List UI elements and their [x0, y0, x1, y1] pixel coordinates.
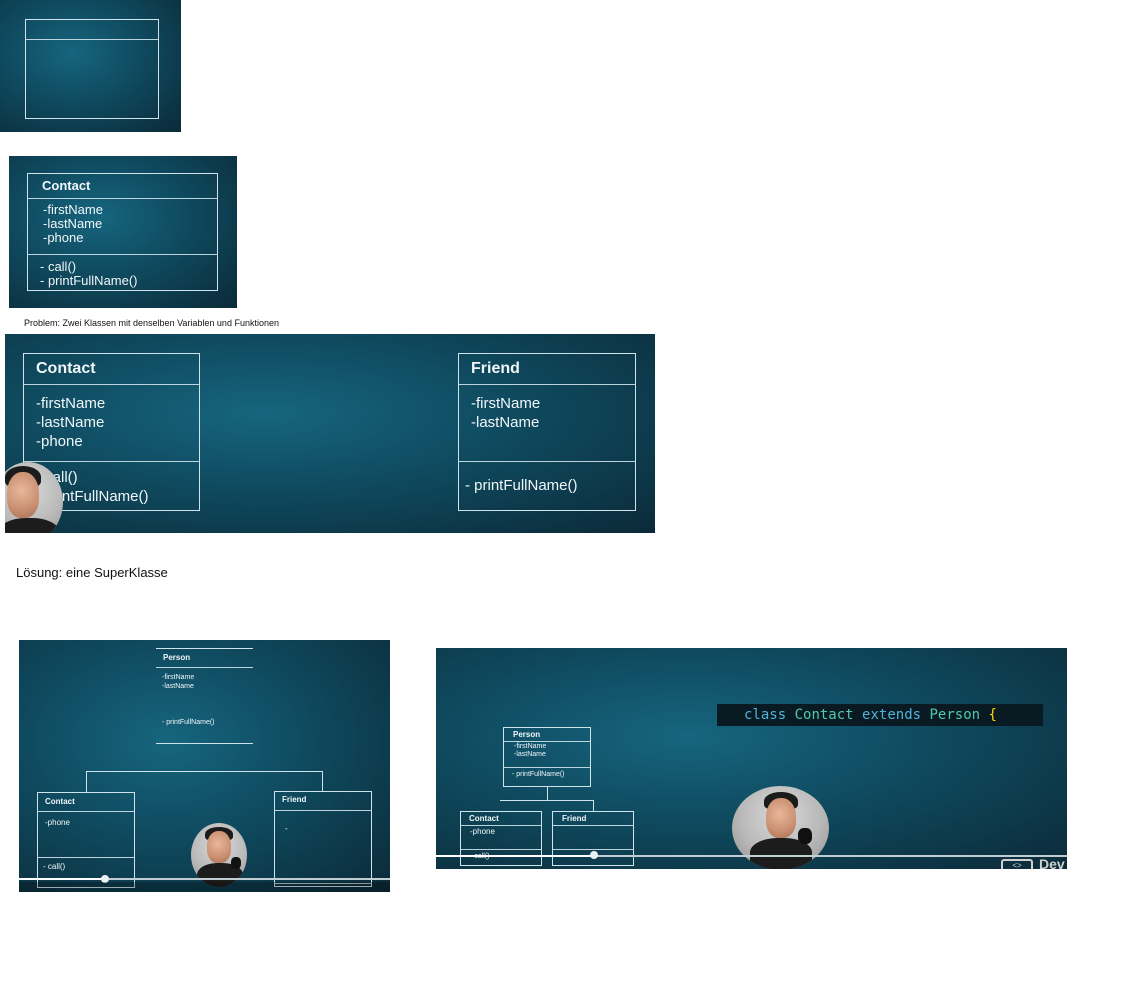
- person2-attr-firstname: -firstName: [514, 743, 547, 750]
- contact-method-printfullname: - printFullName(): [40, 273, 138, 288]
- code-icon: <>: [1001, 859, 1033, 869]
- person2-attr-lastname: -lastName: [514, 751, 546, 758]
- video-progress-fill: [19, 878, 105, 880]
- contact-subclass-name: Contact: [45, 797, 75, 806]
- contact2-attr-lastname: -lastName: [36, 414, 105, 431]
- person-attr-lastname: -lastName: [162, 683, 194, 690]
- video-progress-knob-2[interactable]: [590, 851, 598, 859]
- video-frame-extends[interactable]: class Contact extends Person { Person -f…: [436, 648, 1067, 869]
- contact2-attr-phone: -phone: [36, 433, 83, 450]
- video-progress-fill-2: [436, 855, 594, 857]
- inheritance-line-horizontal: [86, 771, 323, 772]
- friend-subclass-name: Friend: [282, 795, 307, 804]
- person-class-name: Person: [163, 653, 191, 662]
- caption-solution: Lösung: eine SuperKlasse: [16, 565, 168, 580]
- person-method-printfullname: - printFullName(): [162, 719, 215, 726]
- contact-class-name-2: Contact: [36, 360, 96, 377]
- watermark-text: Dev: [1039, 856, 1065, 869]
- slide-contact-class: Contact -firstName -lastName -phone - ca…: [9, 156, 237, 308]
- contact-subclass-name-2: Contact: [469, 814, 499, 823]
- friend-class-name: Friend: [471, 360, 520, 377]
- person-class-name-2: Person: [513, 730, 541, 739]
- inheritance-line-left: [86, 771, 87, 793]
- inheritance-line-right-2: [593, 800, 594, 811]
- slide-contact-friend: Contact -firstName -lastName -phone - ca…: [5, 334, 655, 533]
- friend-attr-firstname: -firstName: [471, 395, 541, 412]
- video-controls[interactable]: [19, 882, 390, 892]
- person-class-box-2: Person -firstName -lastName - printFullN…: [503, 727, 591, 787]
- person-class-box: Person -firstName -lastName - printFullN…: [156, 648, 253, 744]
- person-attr-firstname: -firstName: [162, 674, 195, 681]
- friend-subclass-name-2: Friend: [562, 814, 587, 823]
- friend-attr-lastname: -lastName: [471, 414, 540, 431]
- contact-attr-phone: -phone: [43, 230, 84, 245]
- caption-problem: Problem: Zwei Klassen mit denselben Vari…: [24, 318, 279, 328]
- code-name-contact: Contact: [794, 707, 854, 723]
- friend-subclass-box: Friend -: [274, 791, 372, 887]
- code-name-person: Person: [929, 707, 981, 723]
- person2-method-printfullname: - printFullName(): [512, 771, 565, 778]
- inheritance-line-vertical-2: [547, 787, 548, 800]
- inheritance-line-horizontal-2: [500, 800, 594, 801]
- code-keyword-extends: extends: [862, 707, 922, 723]
- friend-method-printfullname: - printFullName(): [465, 477, 578, 494]
- code-keyword-class: class: [744, 707, 787, 723]
- contact-attr-firstname: -firstName: [43, 202, 103, 217]
- code-brace: {: [988, 707, 997, 723]
- channel-watermark: <> Dev: [1001, 856, 1067, 869]
- code-snippet: class Contact extends Person {: [717, 704, 1043, 726]
- contact-subclass-box: Contact -phone - call(): [37, 792, 135, 888]
- contact-subclass-attr-phone: -phone: [45, 818, 70, 827]
- friend-class-box: Friend -firstName -lastName - printFullN…: [458, 353, 636, 511]
- contact-attr-lastname: -lastName: [43, 216, 103, 231]
- inheritance-line-right: [322, 771, 323, 791]
- video-frame-superclass[interactable]: Person -firstName -lastName - printFullN…: [19, 640, 390, 892]
- slide-empty-class: [0, 0, 181, 132]
- contact-class-name: Contact: [42, 178, 91, 193]
- contact2-attr-firstname: -firstName: [36, 395, 106, 412]
- contact-subclass-method-call: - call(): [43, 862, 66, 871]
- friend-subclass-attr: -: [285, 824, 288, 833]
- empty-class-box: [25, 19, 159, 119]
- contact-subclass-box-2: Contact -phone - call(): [460, 811, 542, 866]
- contact-class-box: Contact -firstName -lastName -phone - ca…: [27, 173, 218, 291]
- contact-method-call: - call(): [40, 259, 77, 274]
- contact2-subclass-attr-phone: -phone: [470, 827, 495, 836]
